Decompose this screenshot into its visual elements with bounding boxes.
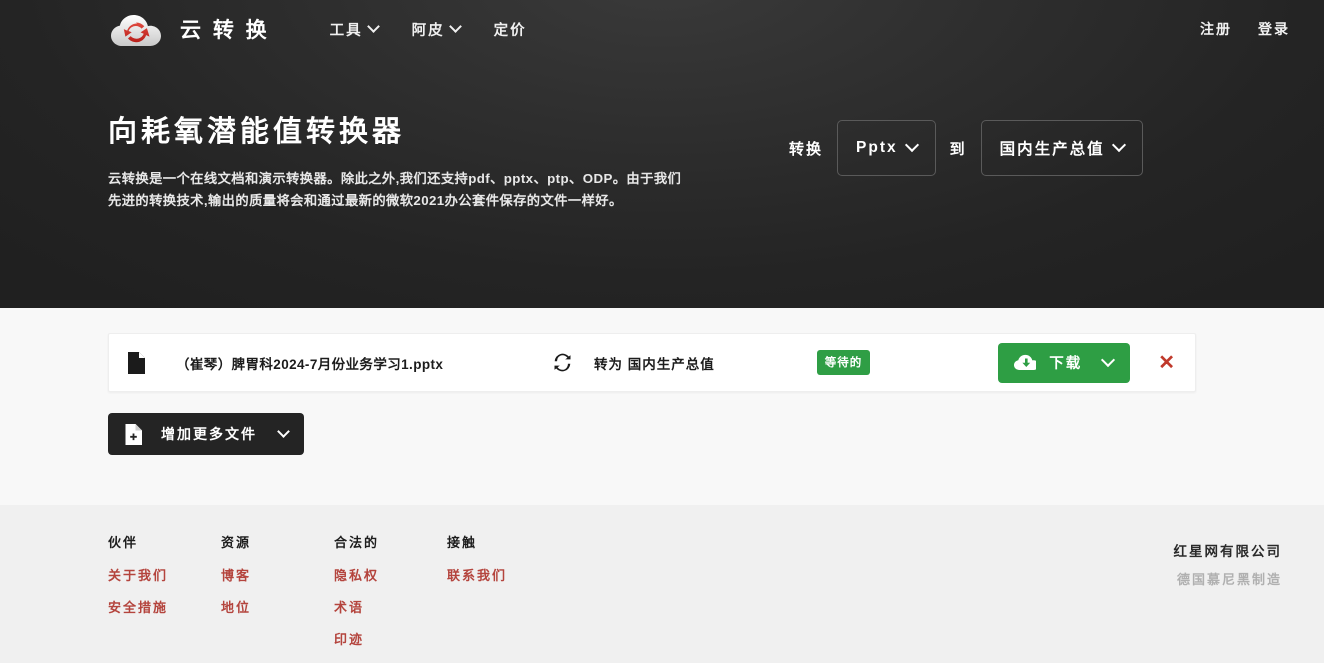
footer-link-imprint[interactable]: 印迹	[334, 629, 447, 648]
footer-link-status[interactable]: 地位	[221, 597, 334, 616]
top-navigation-bar: 云 转 换 工具 阿皮 定价 注册 登录	[0, 0, 1324, 58]
nav-item-tools-label: 工具	[330, 19, 363, 40]
chevron-down-icon	[905, 138, 919, 152]
source-format-select[interactable]: Pptx	[837, 120, 936, 176]
nav-item-pricing[interactable]: 定价	[494, 19, 527, 40]
chevron-down-icon	[367, 20, 380, 33]
footer-column-legal: 合法的 隐私权 术语 印迹	[334, 532, 447, 661]
add-more-files-button[interactable]: 增加更多文件	[108, 413, 304, 455]
footer-column-partners: 伙伴 关于我们 安全措施	[108, 532, 221, 629]
footer-column-resources: 资源 博客 地位	[221, 532, 334, 629]
company-location: 德国慕尼黑制造	[1174, 569, 1283, 588]
convert-target-label: 转为	[594, 357, 623, 372]
target-format-select[interactable]: 国内生产总值	[981, 120, 1143, 176]
convert-target-value: 国内生产总值	[628, 357, 715, 372]
main-content: （崔琴）脾胃科2024-7月份业务学习1.pptx 转为 国内生产总值 等待的 …	[0, 308, 1324, 505]
register-link[interactable]: 注册	[1200, 19, 1232, 39]
convert-from-label: 转换	[789, 138, 823, 159]
convert-target-text: 转为 国内生产总值	[594, 353, 715, 373]
auth-menu: 注册 登录	[1200, 19, 1300, 39]
add-document-icon	[125, 424, 142, 445]
download-button[interactable]: 下载	[998, 343, 1130, 383]
remove-file-button[interactable]: ✕	[1152, 349, 1181, 377]
target-format-value: 国内生产总值	[1000, 137, 1105, 159]
footer-link-contact-us[interactable]: 联系我们	[447, 565, 587, 584]
brand-logo-link[interactable]: 云 转 换	[108, 10, 270, 48]
chevron-down-icon	[277, 425, 290, 438]
footer-link-privacy[interactable]: 隐私权	[334, 565, 447, 584]
page-title: 向耗氧潜能值转换器	[108, 114, 693, 150]
chevron-down-icon	[1101, 352, 1115, 366]
status-badge: 等待的	[817, 350, 871, 375]
brand-name: 云 转 换	[180, 14, 270, 44]
add-more-files-label: 增加更多文件	[161, 424, 257, 444]
hero-section: 云 转 换 工具 阿皮 定价 注册 登录 向耗氧潜能值转换器 云转换是一个在线文…	[0, 0, 1324, 308]
refresh-button[interactable]	[553, 353, 572, 372]
footer-column-title: 资源	[221, 532, 334, 551]
source-format-value: Pptx	[856, 139, 898, 157]
convert-to-label: 到	[950, 138, 967, 159]
chevron-down-icon	[449, 20, 462, 33]
main-menu: 工具 阿皮 定价	[330, 19, 527, 40]
nav-item-pricing-label: 定价	[494, 19, 527, 40]
hero-text-block: 向耗氧潜能值转换器 云转换是一个在线文档和演示转换器。除此之外,我们还支持pdf…	[108, 114, 693, 212]
file-name: （崔琴）脾胃科2024-7月份业务学习1.pptx	[176, 353, 443, 373]
footer-company-info: 红星网有限公司 德国慕尼黑制造	[1174, 532, 1301, 588]
chevron-down-icon	[1112, 138, 1126, 152]
nav-item-api[interactable]: 阿皮	[412, 19, 460, 40]
cloud-refresh-logo-icon	[108, 10, 166, 48]
cloud-download-icon	[1014, 354, 1036, 371]
document-icon	[127, 352, 145, 374]
footer-column-contact: 接触 联系我们	[447, 532, 587, 597]
site-footer: 伙伴 关于我们 安全措施 资源 博客 地位 合法的 隐私权 术语 印迹 接触 联…	[0, 505, 1324, 663]
download-button-label: 下载	[1049, 352, 1082, 373]
footer-column-title: 伙伴	[108, 532, 221, 551]
footer-link-terms[interactable]: 术语	[334, 597, 447, 616]
nav-item-tools[interactable]: 工具	[330, 19, 378, 40]
hero-body: 向耗氧潜能值转换器 云转换是一个在线文档和演示转换器。除此之外,我们还支持pdf…	[0, 58, 1324, 212]
footer-link-about-us[interactable]: 关于我们	[108, 565, 221, 584]
nav-item-api-label: 阿皮	[412, 19, 445, 40]
file-row: （崔琴）脾胃科2024-7月份业务学习1.pptx 转为 国内生产总值 等待的 …	[108, 333, 1196, 392]
footer-link-blog[interactable]: 博客	[221, 565, 334, 584]
footer-column-title: 合法的	[334, 532, 447, 551]
login-link[interactable]: 登录	[1258, 19, 1290, 39]
company-name: 红星网有限公司	[1174, 540, 1283, 560]
refresh-icon	[553, 353, 572, 372]
hero-description: 云转换是一个在线文档和演示转换器。除此之外,我们还支持pdf、pptx、ptp、…	[108, 168, 693, 212]
format-converter-controls: 转换 Pptx 到 国内生产总值	[789, 120, 1143, 176]
footer-column-title: 接触	[447, 532, 587, 551]
footer-link-security[interactable]: 安全措施	[108, 597, 221, 616]
